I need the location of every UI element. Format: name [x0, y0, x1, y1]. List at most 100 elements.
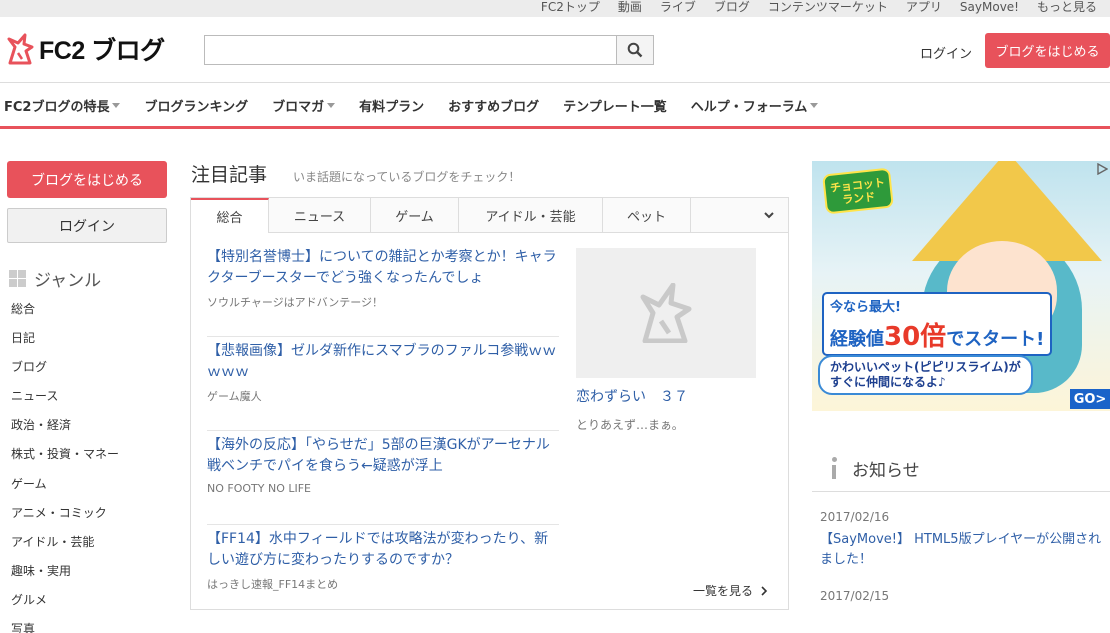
gnav-item[interactable]: ブロマガ — [272, 96, 336, 115]
article-item[interactable]: 【FF14】水中フィールドでは攻略法が変わったり、新しい遊び方に変わったりするの… — [207, 525, 559, 619]
featured-title: 注目記事 — [191, 164, 268, 186]
tab-item[interactable]: アイドル・芸能 — [459, 198, 603, 232]
tab-item[interactable]: ニュース — [269, 198, 371, 232]
caret-down-icon — [810, 103, 819, 108]
gnav-item[interactable]: ブログランキング — [144, 96, 248, 115]
genre-item[interactable]: アイドル・芸能 — [11, 531, 119, 560]
genre-item[interactable]: 写真 — [11, 618, 119, 633]
topbar-link[interactable]: FC2トップ — [532, 0, 609, 15]
news-item[interactable]: 2017/02/16 【SayMove!】 HTML5版プレイヤーが公開されました… — [820, 510, 1105, 570]
logo-text: FC2 ブログ — [39, 37, 165, 65]
site-header: FC2 ブログ ログイン ブログをはじめる — [0, 17, 1110, 83]
ad-headline-big: 30倍 — [884, 322, 947, 352]
gnav-item-label: おすすめブログ — [448, 100, 540, 115]
gnav-item-label: ブロマガ — [272, 100, 325, 115]
ad-headline-post: でスタート! — [946, 329, 1045, 350]
grid-icon — [9, 270, 26, 287]
caret-down-icon — [327, 103, 336, 108]
genre-item[interactable]: アニメ・コミック — [11, 502, 119, 531]
service-links: FC2トップ 動画 ライブ ブログ コンテンツマーケット アプリ SayMove! もっと見る — [532, 0, 1106, 15]
ad-headline-mid: 経験値 — [830, 329, 884, 350]
genre-item[interactable]: 趣味・実用 — [11, 560, 119, 589]
topbar-link[interactable]: ライブ — [651, 0, 705, 15]
article-title[interactable]: 【特別名誉博士】についての雑記とか考察とか！キャラクターブースターでどう強くなっ… — [207, 247, 559, 289]
featured-article[interactable]: 恋わずらい ３７ とりあえず…まぁ。 — [576, 248, 756, 433]
global-nav: FC2ブログの特長 ブログランキング ブロマガ 有料プラン おすすめブログ テンプレート一… — [0, 83, 1110, 129]
search-button[interactable] — [616, 35, 654, 65]
genre-item[interactable]: 株式・投資・マネー — [11, 443, 119, 472]
genre-item[interactable]: 日記 — [11, 327, 119, 356]
gnav-item-label: ブログランキング — [144, 100, 249, 115]
gnav-item-label: FC2ブログの特長 — [4, 100, 110, 115]
news-date: 2017/02/16 — [820, 510, 890, 524]
chevron-down-icon[interactable] — [764, 210, 774, 220]
article-source[interactable]: ソウルチャージはアドバンテージ！ — [207, 294, 559, 310]
see-all-label: 一覧を見る — [693, 584, 754, 598]
ad-choices-icon[interactable] — [1096, 163, 1108, 175]
search-form — [204, 35, 654, 65]
topbar-link[interactable]: もっと見る — [1028, 0, 1106, 15]
genre-list: 総合 日記 ブログ ニュース 政治・経済 株式・投資・マネー ゲーム アニメ・コミック アイドル… — [11, 298, 119, 633]
gnav-item[interactable]: テンプレート一覧 — [563, 96, 667, 115]
chevron-right-icon — [761, 586, 767, 596]
header-login-link[interactable]: ログイン — [920, 43, 972, 62]
sidebar-start-blog-button[interactable]: ブログをはじめる — [7, 161, 167, 198]
topbar-link[interactable]: アプリ — [897, 0, 951, 15]
article-title[interactable]: 【海外の反応】「やらせだ」5部の巨漢GKがアーセナル戦ベンチでパイを食らう←疑惑… — [207, 435, 559, 477]
featured-article-source[interactable]: とりあえず…まぁ。 — [576, 416, 756, 433]
top-utility-bar: FC2トップ 動画 ライブ ブログ コンテンツマーケット アプリ SayMove! もっと見る — [0, 0, 1110, 17]
search-input[interactable] — [204, 35, 616, 65]
genre-item[interactable]: ブログ — [11, 356, 119, 385]
search-icon — [627, 42, 643, 58]
featured-tabs: 総合 ニュース ゲーム アイドル・芸能 ペット — [191, 198, 788, 233]
ad-banner[interactable]: チョコットランド 今なら最大! 経験値30倍でスタート! かわいいペット(ピピリ… — [812, 161, 1110, 411]
see-all-link[interactable]: 一覧を見る — [693, 582, 768, 599]
ad-subcopy-line1: かわいいペット(ピピリスライム)が — [830, 360, 1021, 374]
gnav-item[interactable]: ヘルプ・フォーラム — [691, 96, 819, 115]
gnav-item[interactable]: 有料プラン — [359, 96, 424, 115]
topbar-link[interactable]: コンテンツマーケット — [759, 0, 897, 15]
gnav-item[interactable]: FC2ブログの特長 — [4, 96, 121, 115]
featured-article-title[interactable]: 恋わずらい ３７ — [576, 386, 756, 406]
genre-item[interactable]: ニュース — [11, 385, 119, 414]
article-thumbnail[interactable] — [576, 248, 756, 378]
topbar-link[interactable]: ブログ — [705, 0, 759, 15]
news-item[interactable]: 2017/02/15 — [820, 589, 1105, 603]
news-title: お知らせ — [852, 461, 920, 481]
topbar-link[interactable]: 動画 — [609, 0, 651, 15]
news-date: 2017/02/15 — [820, 589, 890, 603]
header-start-blog-button[interactable]: ブログをはじめる — [985, 33, 1110, 68]
ad-headline-pre: 今なら最大! — [830, 300, 901, 315]
ad-subcopy-line2: すぐに仲間になるよ♪ — [830, 375, 946, 389]
article-title[interactable]: 【悲報画像】ゼルダ新作にスマブラのファルコ参戦ｗｗｗｗｗ — [207, 341, 559, 383]
article-source[interactable]: ゲーム魔人 — [207, 388, 559, 404]
no-image-unicorn-icon — [640, 283, 692, 343]
article-source[interactable]: はっきし速報_FF14まとめ — [207, 576, 559, 592]
tab-item[interactable]: 総合 — [191, 198, 269, 233]
featured-subtitle: いま話題になっているブログをチェック！ — [293, 170, 521, 184]
gnav-item-label: テンプレート一覧 — [563, 100, 667, 115]
ad-subcopy: かわいいペット(ピピリスライム)が すぐに仲間になるよ♪ — [818, 355, 1033, 395]
gnav-item[interactable]: おすすめブログ — [448, 96, 539, 115]
genre-item[interactable]: 総合 — [11, 298, 119, 327]
tab-item[interactable]: ペット — [603, 198, 691, 232]
featured-panel: 総合 ニュース ゲーム アイドル・芸能 ペット 【特別名誉博士】についての雑記とか考察と… — [190, 197, 789, 610]
genre-item[interactable]: ゲーム — [11, 473, 119, 502]
ad-brand-logo: チョコットランド — [822, 167, 894, 215]
tab-item[interactable]: ゲーム — [371, 198, 459, 232]
genre-heading: ジャンル — [9, 266, 101, 291]
genre-item[interactable]: 政治・経済 — [11, 414, 119, 443]
article-list: 【特別名誉博士】についての雑記とか考察とか！キャラクターブースターでどう強くなっ… — [207, 243, 559, 619]
article-title[interactable]: 【FF14】水中フィールドでは攻略法が変わったり、新しい遊び方に変わったりするの… — [207, 529, 559, 571]
article-source[interactable]: NO FOOTY NO LIFE — [207, 482, 559, 495]
news-heading: お知らせ — [812, 446, 1110, 492]
genre-item[interactable]: グルメ — [11, 589, 119, 618]
ad-go-button[interactable]: GO> — [1070, 389, 1110, 409]
article-item[interactable]: 【海外の反応】「やらせだ」5部の巨漢GKがアーセナル戦ベンチでパイを食らう←疑惑… — [207, 431, 559, 525]
fc2-blog-logo[interactable]: FC2 ブログ — [6, 31, 165, 67]
sidebar-login-button[interactable]: ログイン — [7, 208, 167, 243]
article-item[interactable]: 【特別名誉博士】についての雑記とか考察とか！キャラクターブースターでどう強くなっ… — [207, 243, 559, 337]
article-item[interactable]: 【悲報画像】ゼルダ新作にスマブラのファルコ参戦ｗｗｗｗｗ ゲーム魔人 — [207, 337, 559, 431]
topbar-link[interactable]: SayMove! — [951, 0, 1028, 15]
news-item-title[interactable]: 【SayMove!】 HTML5版プレイヤーが公開されました！ — [820, 530, 1105, 570]
